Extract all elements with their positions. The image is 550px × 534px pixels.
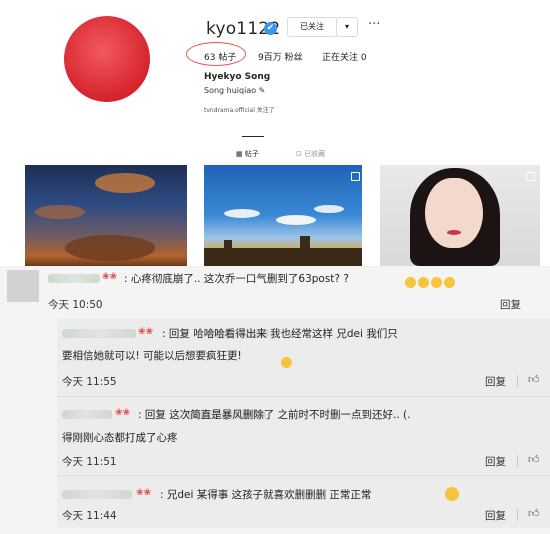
comment-text: 要相信她就可以! 可能以后想要疯狂更!	[62, 350, 242, 362]
divider	[517, 455, 518, 467]
tab-posts[interactable]: ▦ 帖子	[236, 149, 259, 159]
following-count[interactable]: 正在关注 0	[322, 50, 367, 63]
comment-text: 得刚刚心态都打成了心疼	[62, 432, 178, 444]
comment-text: : 心疼彻底崩了.. 这次乔一口气删到了63post? ?	[124, 273, 349, 285]
divider	[517, 375, 518, 387]
portrait-lips	[447, 230, 461, 235]
verified-icon: ✔	[264, 22, 277, 35]
following-button[interactable]: 已关注	[287, 17, 337, 37]
like-icon[interactable]: 👍︎	[528, 453, 540, 466]
reply-button[interactable]: 回复	[485, 374, 506, 389]
comment-time: 今天 11:51	[62, 456, 117, 468]
reply-button[interactable]: 回复	[500, 297, 521, 312]
badge-icon: ❀❀	[102, 272, 118, 282]
comment-text: : 回复 哈哈哈看得出来 我也经常这样 兄dei 我们只	[162, 328, 398, 340]
active-tab-indicator	[242, 136, 264, 137]
reply-button[interactable]: 回复	[485, 508, 506, 523]
reply-button[interactable]: 回复	[485, 454, 506, 469]
multi-photo-icon	[351, 172, 360, 181]
post-thumbnail[interactable]	[25, 165, 187, 266]
bio-text: Song huiqiao ✎	[204, 86, 266, 95]
multi-photo-icon	[526, 172, 535, 181]
chevron-down-icon[interactable]: ▾	[336, 17, 358, 37]
like-icon[interactable]: 👍︎	[528, 373, 540, 386]
comment-time: 今天 11:44	[62, 510, 117, 522]
smile-emoji-icon	[444, 485, 460, 504]
like-icon[interactable]: 👍︎	[528, 507, 540, 520]
badge-icon: ❀❀	[136, 488, 152, 498]
username-blurred[interactable]	[62, 329, 136, 338]
comment-text: : 回复 这次简直是暴风删除了 之前时不时删一点到还好.. (.	[138, 409, 411, 421]
emoji-icon	[280, 352, 293, 371]
avatar[interactable]	[7, 270, 39, 302]
post-thumbnail[interactable]	[204, 165, 362, 266]
comment-time: 今天 11:55	[62, 376, 117, 388]
more-options-icon[interactable]: ···	[368, 17, 380, 32]
crying-emoji-icon	[404, 272, 456, 291]
reply-item	[57, 476, 550, 528]
profile-avatar[interactable]	[64, 16, 150, 102]
posts-count: 63 帖子	[204, 53, 237, 63]
followed-by-link[interactable]: tvndrama.official 关注了	[204, 105, 275, 114]
followers-count[interactable]: 9百万 粉丝	[258, 50, 303, 63]
username-blurred[interactable]	[62, 490, 132, 499]
username-blurred[interactable]	[62, 410, 112, 419]
badge-icon: ❀❀	[138, 327, 154, 337]
tab-saved[interactable]: ⊡ 已收藏	[296, 149, 325, 159]
divider	[517, 509, 518, 521]
comment-text: : 兄dei 某得事 这孩子就喜欢删删删 正常正常	[160, 489, 372, 501]
username-blurred[interactable]	[48, 274, 100, 283]
comment-time: 今天 10:50	[48, 299, 103, 311]
display-name: Hyekyo Song	[204, 72, 271, 82]
portrait-face	[425, 178, 483, 248]
badge-icon: ❀❀	[115, 408, 131, 418]
